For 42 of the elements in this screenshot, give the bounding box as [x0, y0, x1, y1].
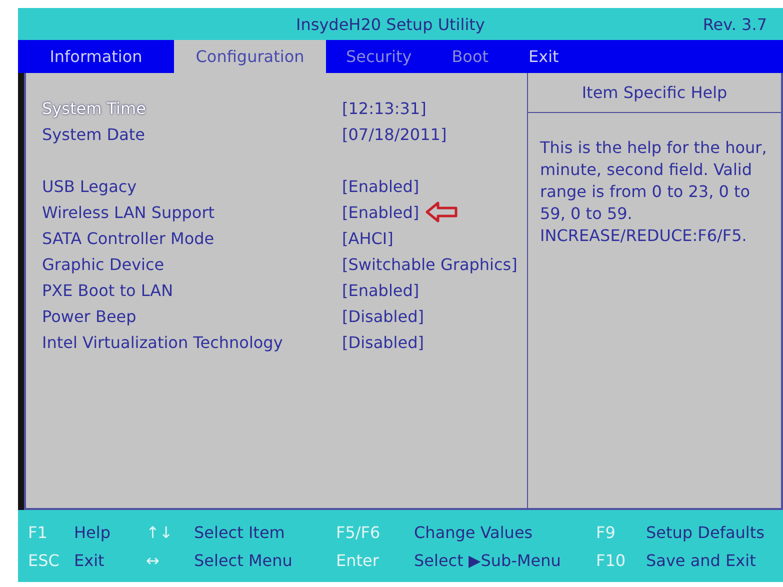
setting-value[interactable]: [Enabled] — [342, 280, 420, 300]
key-action: Setup Defaults — [646, 522, 764, 542]
revision-label: Rev. 3.7 — [702, 14, 768, 34]
setting-label[interactable]: Intel Virtualization Technology — [42, 332, 342, 352]
key-label: F1 — [27, 522, 48, 542]
setting-label[interactable]: PXE Boot to LAN — [42, 280, 342, 300]
key-action: Change Values — [414, 522, 534, 542]
key-label: ESC — [27, 550, 60, 570]
help-title: Item Specific Help — [528, 73, 781, 113]
setting-label[interactable]: Power Beep — [42, 306, 342, 326]
setting-value[interactable]: [Disabled] — [342, 332, 424, 352]
setting-label[interactable]: Wireless LAN Support — [42, 202, 342, 222]
key-action: Save and Exit — [646, 550, 756, 570]
help-text: This is the help for the hour, minute, second field. Valid range is from 0 to 23, 0 to 59, 0 to 59. INCREASE/REDUCE:F6/F5. — [539, 137, 768, 247]
menu-tab[interactable]: Security — [326, 40, 432, 73]
window-title: InsydeH20 Setup Utility — [295, 14, 486, 34]
key-label: F5/F6 — [336, 522, 382, 542]
setting-label[interactable]: SATA Controller Mode — [42, 228, 342, 248]
setting-label[interactable]: Graphic Device — [42, 254, 342, 274]
setting-value[interactable]: [AHCI] — [342, 228, 394, 248]
menu-tab[interactable]: Information — [18, 40, 174, 73]
key-action: Select Menu — [194, 550, 294, 570]
setting-value[interactable]: [07/18/2011] — [342, 124, 447, 144]
setting-value[interactable]: [Switchable Graphics] — [342, 254, 518, 274]
key-label: Enter — [336, 550, 380, 570]
setting-label[interactable]: USB Legacy — [42, 176, 342, 196]
setting-value[interactable]: [Enabled] — [342, 176, 420, 196]
key-action: Help — [74, 522, 112, 542]
setting-label[interactable]: System Date — [42, 124, 342, 144]
key-action: Select ▶Sub-Menu — [414, 550, 562, 570]
key-label: ↔ — [146, 550, 160, 570]
setting-value[interactable]: [Enabled] — [342, 202, 420, 222]
key-action: Exit — [74, 550, 106, 570]
key-label: F9 — [596, 522, 616, 542]
setting-value[interactable]: [12:13:31] — [342, 98, 426, 118]
setting-value[interactable]: [Disabled] — [342, 306, 424, 326]
menu-tab[interactable]: Exit — [508, 40, 579, 73]
menu-tab[interactable]: Configuration — [174, 40, 326, 73]
key-label: ↑↓ — [146, 522, 174, 542]
key-action: Select Item — [194, 522, 286, 542]
menu-tab[interactable]: Boot — [432, 40, 509, 73]
key-label: F10 — [596, 550, 627, 570]
